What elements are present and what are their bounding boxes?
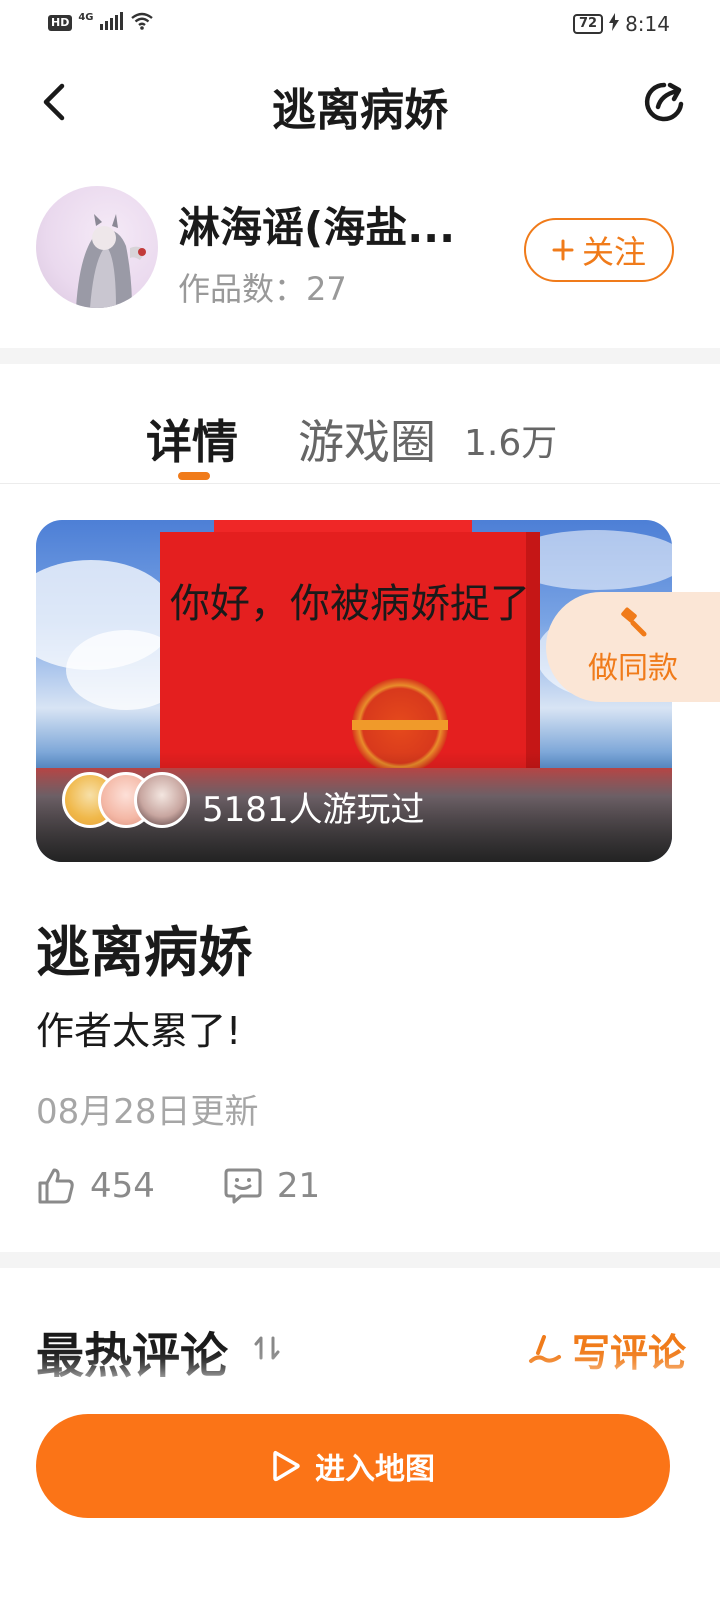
game-stats: 454 21 bbox=[36, 1166, 320, 1206]
hd-badge: HD bbox=[48, 15, 73, 31]
works-count: 27 bbox=[306, 270, 347, 308]
game-description: 作者太累了! bbox=[36, 1009, 242, 1053]
author-name[interactable]: 淋海谣(海盐... bbox=[178, 194, 455, 255]
author-card: 淋海谣(海盐... 作品数：27 关注 bbox=[36, 186, 684, 316]
update-date: 08月28日更新 bbox=[36, 1092, 259, 1132]
play-icon bbox=[273, 1450, 300, 1482]
tab-active-indicator bbox=[178, 472, 210, 480]
works-count-row: 作品数：27 bbox=[178, 264, 347, 310]
status-right: 72 8:14 bbox=[572, 12, 670, 36]
share-button[interactable] bbox=[638, 76, 690, 128]
thumbs-up-icon bbox=[38, 1168, 74, 1204]
section-divider bbox=[0, 348, 720, 364]
tab-details[interactable]: 详情 bbox=[146, 406, 238, 472]
status-left: HD 4G bbox=[48, 12, 154, 34]
section-divider bbox=[0, 1252, 720, 1268]
tab-game-circle-count: 1.6万 bbox=[464, 423, 558, 464]
status-bar: HD 4G 72 8:14 bbox=[0, 0, 720, 48]
follow-button[interactable]: 关注 bbox=[524, 218, 674, 282]
clock: 8:14 bbox=[625, 12, 670, 36]
enter-map-label: 进入地图 bbox=[315, 1452, 435, 1487]
sort-icon[interactable] bbox=[254, 1334, 280, 1369]
players-avatars bbox=[62, 772, 192, 832]
hot-comments-title: 最热评论 bbox=[36, 1328, 229, 1384]
share-icon bbox=[644, 82, 684, 122]
make-same-label: 做同款 bbox=[588, 651, 678, 686]
make-same-button[interactable]: 做同款 bbox=[546, 592, 720, 702]
like-button[interactable]: 454 bbox=[36, 1166, 155, 1206]
battery-indicator: 72 bbox=[572, 14, 604, 34]
comment-button[interactable]: 21 bbox=[223, 1166, 320, 1206]
hot-comments-header: 最热评论 写评论 bbox=[36, 1316, 686, 1386]
write-comment-label: 写评论 bbox=[571, 1331, 686, 1375]
player-avatar bbox=[134, 772, 190, 828]
signal-icon bbox=[99, 12, 124, 34]
charging-icon bbox=[609, 12, 620, 36]
hammer-icon bbox=[621, 607, 647, 637]
page-title: 逃离病娇 bbox=[272, 85, 448, 136]
network-type: 4G bbox=[78, 11, 94, 23]
header: 逃离病娇 bbox=[0, 60, 720, 144]
banner-text: 你好，你被病娇捉了 bbox=[170, 581, 530, 627]
comment-icon bbox=[224, 1168, 262, 1204]
tab-game-circle[interactable]: 游戏圈 bbox=[298, 406, 436, 472]
game-title: 逃离病娇 bbox=[36, 921, 252, 984]
follow-label: 关注 bbox=[581, 233, 646, 271]
pen-icon bbox=[528, 1334, 561, 1363]
write-comment-button[interactable]: 写评论 bbox=[528, 1322, 686, 1377]
works-label: 作品数： bbox=[178, 270, 307, 308]
comment-count: 21 bbox=[276, 1166, 321, 1206]
tab-bar: 详情 游戏圈 1.6万 bbox=[0, 398, 720, 484]
wifi-icon bbox=[130, 12, 154, 34]
plus-icon bbox=[552, 239, 574, 261]
author-avatar[interactable] bbox=[36, 186, 158, 308]
emblem-bar bbox=[352, 720, 448, 730]
like-count: 454 bbox=[90, 1166, 155, 1206]
enter-map-button[interactable]: 进入地图 bbox=[36, 1414, 670, 1518]
bottom-bar: 进入地图 bbox=[0, 1392, 720, 1600]
players-count: 5181人游玩过 bbox=[202, 790, 425, 830]
